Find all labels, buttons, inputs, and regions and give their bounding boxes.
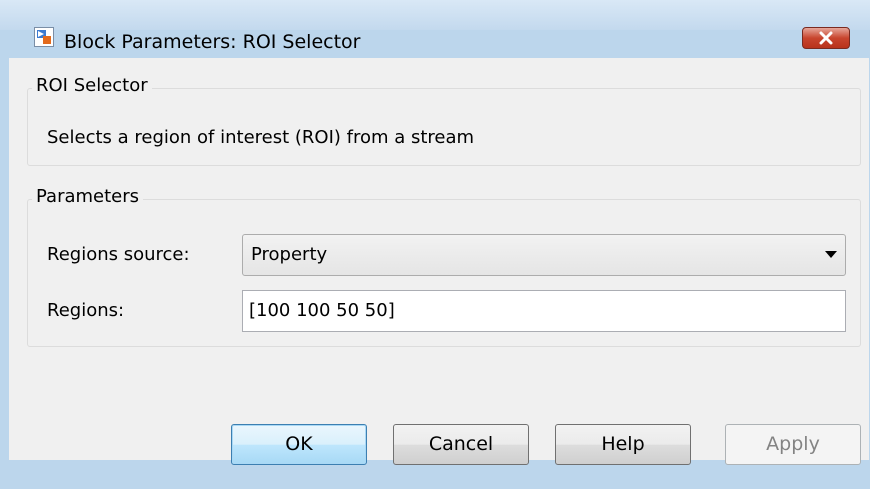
cancel-button[interactable]: Cancel bbox=[393, 424, 529, 465]
simulink-block-icon bbox=[34, 27, 54, 47]
ok-button[interactable]: OK bbox=[231, 424, 367, 465]
title-bar[interactable] bbox=[0, 0, 870, 30]
regions-source-value: Property bbox=[251, 244, 328, 265]
regions-value: [100 100 50 50] bbox=[249, 300, 395, 321]
apply-button[interactable]: Apply bbox=[725, 424, 861, 465]
description-group-legend: ROI Selector bbox=[32, 75, 152, 97]
window-title: Block Parameters: ROI Selector bbox=[64, 31, 361, 53]
block-description: Selects a region of interest (ROI) from … bbox=[47, 127, 475, 148]
parameters-group-legend: Parameters bbox=[32, 186, 144, 208]
regions-source-label: Regions source: bbox=[47, 244, 190, 265]
help-button[interactable]: Help bbox=[555, 424, 691, 465]
close-button[interactable] bbox=[802, 27, 850, 49]
regions-source-dropdown[interactable]: Property bbox=[242, 234, 846, 276]
close-icon bbox=[819, 31, 833, 45]
chevron-down-icon bbox=[825, 251, 837, 258]
regions-label: Regions: bbox=[47, 300, 125, 321]
dialog-window: Block Parameters: ROI Selector ROI Selec… bbox=[0, 0, 870, 489]
regions-input[interactable]: [100 100 50 50] bbox=[242, 290, 846, 332]
